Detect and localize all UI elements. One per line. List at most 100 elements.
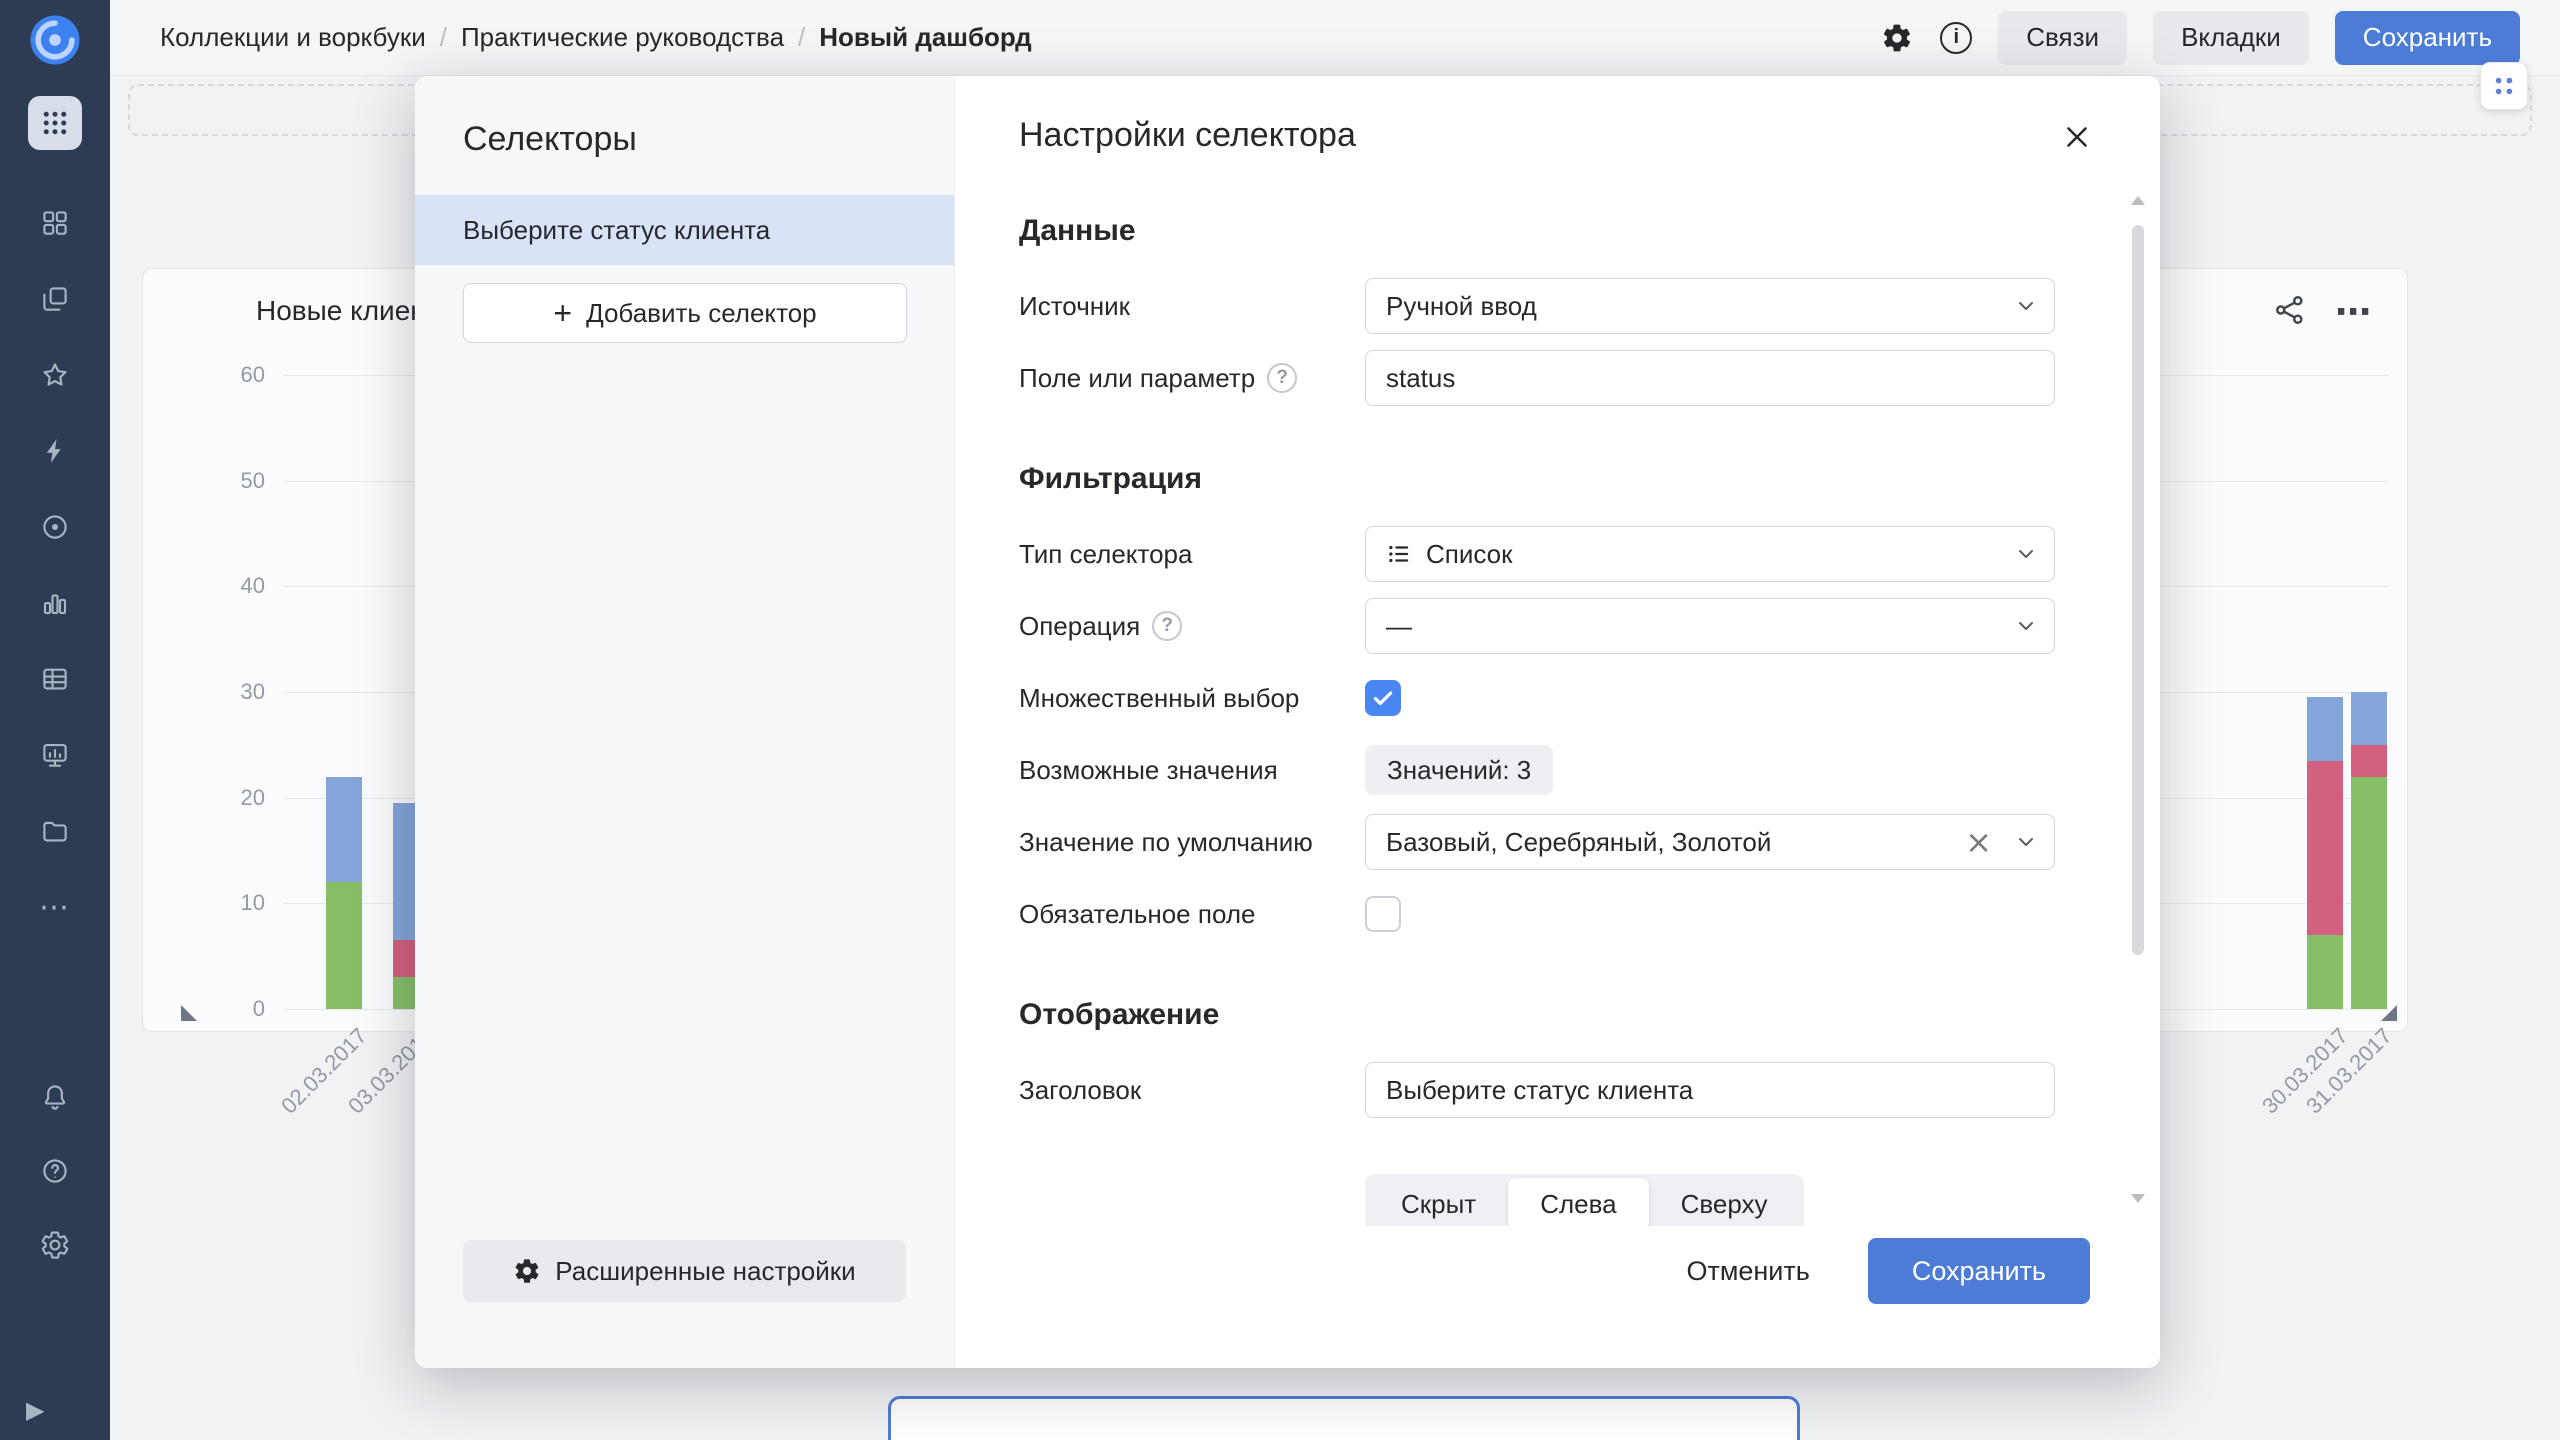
bar-segment-pink <box>2351 745 2387 777</box>
title-label: Заголовок <box>1019 1075 1365 1106</box>
possible-values-label-text: Возможные значения <box>1019 755 1278 786</box>
gear-icon[interactable] <box>1880 21 1914 55</box>
required-label-text: Обязательное поле <box>1019 899 1255 930</box>
field-input[interactable] <box>1365 350 2055 406</box>
selector-type-value: Список <box>1426 539 1513 570</box>
breadcrumb-item[interactable]: Коллекции и воркбуки <box>160 22 426 53</box>
selector-settings-dialog: Селекторы Выберите статус клиента + Доба… <box>415 76 2160 1368</box>
chevron-down-icon <box>2014 614 2038 638</box>
source-value: Ручной ввод <box>1386 291 1537 322</box>
grid-dots-icon <box>2491 73 2517 99</box>
add-selector-button[interactable]: + Добавить селектор <box>463 283 907 343</box>
position-tab[interactable]: Скрыт <box>1369 1178 1508 1230</box>
bar-segment-blue <box>2351 692 2387 745</box>
settings-gear-icon[interactable] <box>40 1230 70 1260</box>
plus-icon: + <box>553 297 572 329</box>
values-count-badge[interactable]: Значений: 3 <box>1365 745 1553 795</box>
sidebar-bottom-nav <box>40 1082 70 1260</box>
source-select[interactable]: Ручной ввод <box>1365 278 2055 334</box>
close-icon[interactable] <box>2058 118 2096 156</box>
scrollbar-thumb[interactable] <box>2132 225 2144 955</box>
sidebar: ⋯ ▶ <box>0 0 110 1440</box>
folder-icon[interactable] <box>40 816 70 846</box>
default-value-label: Значение по умолчанию <box>1019 827 1365 858</box>
chevron-down-icon <box>2014 830 2038 854</box>
title-input[interactable] <box>1365 1062 2055 1118</box>
section-heading-filter: Фильтрация <box>1019 462 2055 496</box>
favorites-star-icon[interactable] <box>40 360 70 390</box>
help-circle-icon[interactable]: ? <box>1267 363 1297 393</box>
links-icon[interactable] <box>2273 293 2307 332</box>
monitor-icon[interactable] <box>40 740 70 770</box>
save-dashboard-button[interactable]: Сохранить <box>2335 11 2520 65</box>
header: Коллекции и воркбуки / Практические руково… <box>110 0 2560 76</box>
selectors-panel-title: Селекторы <box>415 76 954 159</box>
default-value-row: Значение по умолчанию Базовый, Серебряны… <box>1019 814 2055 870</box>
selector-list-item[interactable]: Выберите статус клиента <box>415 195 954 265</box>
help-icon[interactable] <box>40 1156 70 1186</box>
selector-type-select[interactable]: Список <box>1365 526 2055 582</box>
resize-handle-left[interactable] <box>181 1005 197 1021</box>
clear-icon[interactable]: × <box>1965 826 1992 858</box>
scroll-up-arrow[interactable] <box>2131 196 2145 205</box>
y-axis-tick: 0 <box>221 996 265 1022</box>
selector-widget-outline[interactable] <box>888 1396 1800 1440</box>
save-selector-button[interactable]: Сохранить <box>1868 1238 2090 1304</box>
breadcrumb-item[interactable]: Практические руководства <box>461 22 784 53</box>
selectors-panel: Селекторы Выберите статус клиента + Доба… <box>415 76 955 1368</box>
resize-handle-right[interactable] <box>2381 1005 2397 1021</box>
y-axis-tick: 50 <box>221 468 265 494</box>
y-axis-tick: 30 <box>221 679 265 705</box>
selector-type-label: Тип селектора <box>1019 539 1365 570</box>
advanced-settings-button[interactable]: Расширенные настройки <box>463 1240 906 1302</box>
default-value-text: Базовый, Серебряный, Золотой <box>1386 827 1771 858</box>
multichoice-checkbox[interactable] <box>1365 680 1401 716</box>
breadcrumb-item: Новый дашборд <box>819 22 1031 53</box>
info-icon[interactable]: i <box>1940 22 1972 54</box>
title-row: Заголовок <box>1019 1062 2055 1118</box>
lightning-icon[interactable] <box>40 436 70 466</box>
source-label: Источник <box>1019 291 1365 322</box>
scroll-down-arrow[interactable] <box>2131 1194 2145 1203</box>
apps-grid-icon <box>40 108 70 138</box>
y-axis-tick: 20 <box>221 785 265 811</box>
connections-button[interactable]: Связи <box>1998 11 2127 65</box>
notifications-bell-icon[interactable] <box>40 1082 70 1112</box>
workbooks-icon[interactable] <box>40 284 70 314</box>
expand-sidebar-icon[interactable]: ▶ <box>26 1396 44 1424</box>
position-tab[interactable]: Слева <box>1508 1178 1648 1230</box>
source-row: Источник Ручной ввод <box>1019 278 2055 334</box>
required-row: Обязательное поле <box>1019 886 2055 942</box>
help-circle-icon[interactable]: ? <box>1152 611 1182 641</box>
multichoice-label: Множественный выбор <box>1019 683 1365 714</box>
breadcrumb-separator: / <box>798 22 805 53</box>
default-value-select[interactable]: Базовый, Серебряный, Золотой × <box>1365 814 2055 870</box>
charts-icon[interactable] <box>40 588 70 618</box>
position-tab[interactable]: Сверху <box>1649 1178 1800 1230</box>
chevron-down-icon <box>2014 294 2038 318</box>
widget-grid-button[interactable] <box>2480 62 2528 110</box>
field-label-text: Поле или параметр <box>1019 363 1255 394</box>
chart-widget-actions: ⋯ <box>2273 293 2371 332</box>
breadcrumb-separator: / <box>440 22 447 53</box>
more-icon[interactable]: ⋯ <box>40 892 70 922</box>
table-icon[interactable] <box>40 664 70 694</box>
required-checkbox[interactable] <box>1365 896 1401 932</box>
cancel-button[interactable]: Отменить <box>1656 1238 1839 1304</box>
dashboards-icon[interactable] <box>40 208 70 238</box>
services-grid-button[interactable] <box>28 96 82 150</box>
sidebar-nav: ⋯ <box>40 208 70 922</box>
bar-segment-pink <box>2307 761 2343 935</box>
multichoice-row: Множественный выбор <box>1019 670 2055 726</box>
field-label: Поле или параметр ? <box>1019 363 1365 394</box>
widget-more-icon[interactable]: ⋯ <box>2335 298 2371 328</box>
operation-label: Операция ? <box>1019 611 1365 642</box>
target-icon[interactable] <box>40 512 70 542</box>
bar-segment-blue <box>326 777 362 883</box>
dialog-footer: Отменить Сохранить <box>955 1226 2160 1368</box>
gear-icon <box>513 1257 541 1285</box>
required-label: Обязательное поле <box>1019 899 1365 930</box>
operation-select[interactable]: — <box>1365 598 2055 654</box>
tabs-button[interactable]: Вкладки <box>2153 11 2309 65</box>
datalens-logo[interactable] <box>27 12 83 68</box>
